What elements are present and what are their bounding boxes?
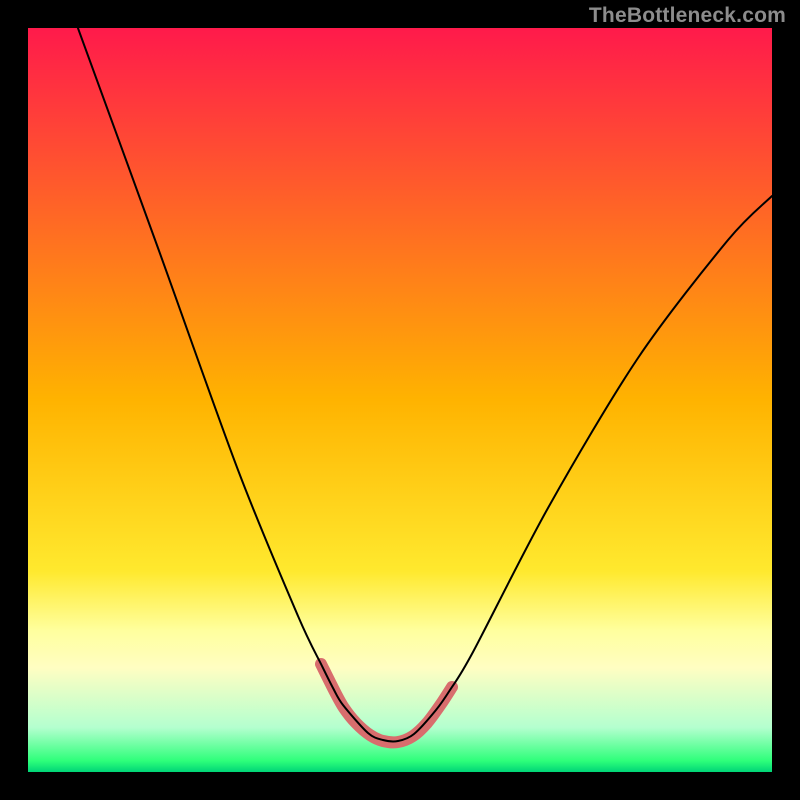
bottleneck-chart: [28, 28, 772, 772]
chart-svg: [28, 28, 772, 772]
chart-outer-frame: TheBottleneck.com: [0, 0, 800, 800]
chart-background: [28, 28, 772, 772]
watermark-text: TheBottleneck.com: [589, 4, 786, 28]
